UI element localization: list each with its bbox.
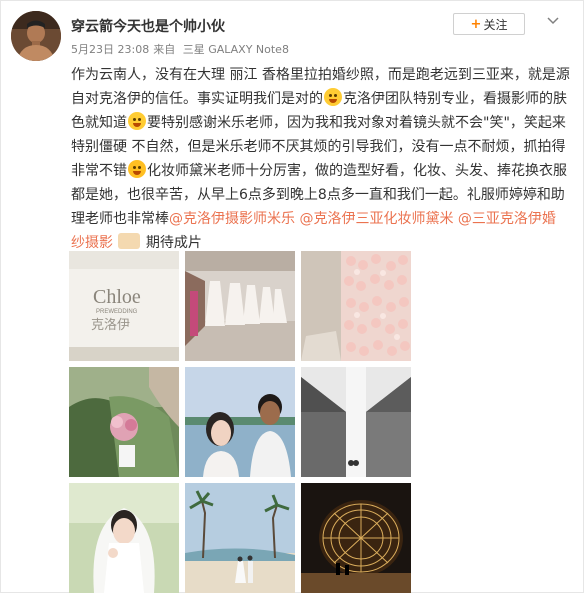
- post-line: 自对克洛伊的信任。事实证明我们是对的 克洛伊团队特别专业，看摄影师的肤: [71, 87, 571, 111]
- chevron-down-icon[interactable]: [547, 15, 559, 29]
- photo-thumbnail[interactable]: [301, 483, 411, 593]
- plus-icon: +: [470, 16, 482, 32]
- grin-emoji-icon: [128, 112, 146, 130]
- brand-text: 克洛伊: [91, 318, 130, 333]
- prewedding-text: PREWEDDING: [96, 309, 138, 315]
- laugh-emoji-icon: [324, 88, 342, 106]
- post-device: 三星 GALAXY Note8: [182, 43, 289, 56]
- post-time[interactable]: 5月23日 23:08: [71, 43, 149, 56]
- mention-link[interactable]: @三亚克洛伊婚: [458, 211, 556, 227]
- photo-thumbnail[interactable]: [69, 483, 179, 593]
- post-line: 非常不错 化妆师黛米老师十分厉害，做的造型好看，化妆、头发、捧花换衣服: [71, 159, 571, 183]
- post-line: 色就知道 要特别感谢米乐老师，因为我和我对象对着镜头就不会"笑"，笑起来: [71, 111, 571, 135]
- post-line: 特别僵硬 不自然，但是米乐老师不厌其烦的引导我们，没有一点不耐烦，抓拍得: [71, 139, 566, 155]
- post-line: 都是她，也很辛苦，从早上6点多到晚上8点多一直和我们一起。礼服师婷婷和助: [71, 187, 565, 203]
- photo-thumbnail[interactable]: [69, 367, 179, 477]
- photo-thumbnail[interactable]: [185, 251, 295, 361]
- photo-thumbnail[interactable]: [185, 367, 295, 477]
- couple-emoji-icon: [118, 233, 141, 249]
- post-line: 作为云南人，没有在大理 丽江 香格里拉拍婚纱照，而是跑老远到三亚来，就是源: [71, 67, 570, 83]
- mention-link[interactable]: 纱摄影: [71, 235, 113, 251]
- follow-label: 关注: [483, 17, 508, 32]
- photo-thumbnail[interactable]: [185, 483, 295, 593]
- mention-link[interactable]: @克洛伊三亚化妆师黛米: [299, 211, 453, 227]
- chloe-logo-text: Chloe: [93, 286, 141, 308]
- mention-link[interactable]: @克洛伊摄影师米乐: [169, 211, 295, 227]
- post-source-prefix: 来自: [153, 43, 176, 56]
- tears-of-joy-emoji-icon: [128, 160, 146, 178]
- post-line: 理老师也非常棒@克洛伊摄影师米乐 @克洛伊三亚化妆师黛米 @三亚克洛伊婚: [71, 211, 556, 227]
- photo-thumbnail[interactable]: Chloe PREWEDDING 克洛伊: [69, 251, 179, 361]
- post-text: 作为云南人，没有在大理 丽江 香格里拉拍婚纱照，而是跑老远到三亚来，就是源 自对…: [71, 63, 571, 255]
- follow-button[interactable]: + 关注: [453, 13, 525, 35]
- user-avatar[interactable]: [11, 11, 61, 61]
- photo-thumbnail[interactable]: [301, 367, 411, 477]
- post-meta: 5月23日 23:08 来自 三星 GALAXY Note8: [71, 41, 293, 57]
- user-name[interactable]: 穿云箭今天也是个帅小伙: [71, 16, 225, 36]
- weibo-post-card: 穿云箭今天也是个帅小伙 5月23日 23:08 来自 三星 GALAXY Note…: [0, 0, 584, 593]
- photo-thumbnail[interactable]: [301, 251, 411, 361]
